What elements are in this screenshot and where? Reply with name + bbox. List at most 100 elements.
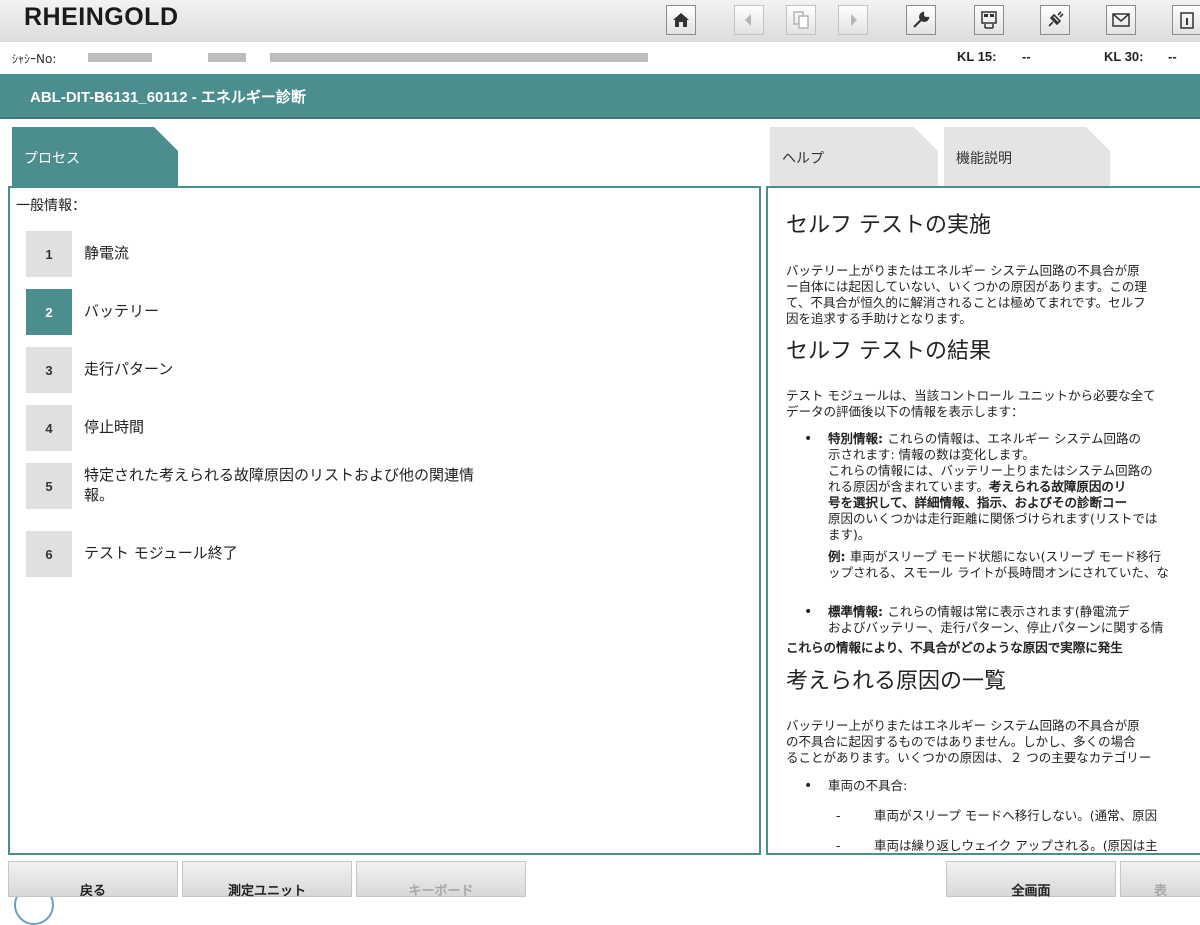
bullet-dot: • [804,604,813,620]
step-number: 2 [26,289,72,335]
bullet-special-info: • 特別情報: これらの情報は、エネルギー システム回路の 示されます: 情報の… [804,431,1169,581]
bullet-vehicle-fault: • 車両の不具合: [804,778,908,794]
info-button[interactable] [1172,5,1200,35]
step-label-line: 特定された考えられる故障原因のリストおよび他の関連情 [84,466,475,484]
text-line: ることがあります。いくつかの原因は、２ つの主要なカテゴリー [786,750,1152,765]
redacted-vehicle-details [270,53,648,62]
wrench-icon [913,11,930,28]
sub-item-sleep-mode: - 車両がスリープ モードへ移行しない。(通常、原因 [836,808,1158,824]
step-number: 5 [26,463,72,509]
step-6[interactable]: 6 テスト モジュール終了 [26,531,484,577]
step-label: バッテリー [84,302,160,320]
messages-button[interactable] [1106,5,1136,35]
help-panel[interactable]: セルフ テストの実施 バッテリー上がりまたはエネルギー システム回路の不具合が原… [766,186,1200,855]
help-bold-summary: これらの情報により、不具合がどのような原因で実際に発生 [786,640,1123,655]
text-line: テスト モジュールは、当該コントロール ユニットから必要な全て [786,388,1156,403]
text-line: これらの情報は、エネルギー システム回路の [887,431,1141,446]
documents-icon [793,11,809,29]
plug-icon [1048,11,1064,27]
text-line: 車両は繰り返しウェイク アップされる。(原因は主 [874,838,1158,853]
text-line: 車両の不具合: [828,778,908,793]
text-line: れる原因が含まれています。 [828,479,989,494]
app-logo-title: RHEINGOLD [24,3,179,31]
step-1[interactable]: 1 静電流 [26,231,484,277]
bullet-dot: • [804,431,813,447]
redacted-info [208,53,246,62]
service-button[interactable] [906,5,936,35]
measuring-button[interactable] [974,5,1004,35]
documents-button[interactable] [786,5,816,35]
kl15-value: -- [1022,49,1031,64]
step-label: 特定された考えられる故障原因のリストおよび他の関連情 報。 [84,465,484,505]
text-line: ー自体には起因していない、いくつかの原因があります。この理 [786,279,1147,294]
step-label: 停止時間 [84,418,145,436]
step-4[interactable]: 4 停止時間 [26,405,484,451]
help-heading-results: セルフ テストの結果 [786,339,991,364]
step-number: 3 [26,347,72,393]
step-2[interactable]: 2 バッテリー [26,289,484,335]
text-line: これらの情報には、バッテリー上りまたはシステム回路の [828,463,1153,478]
help-paragraph-3: バッテリー上がりまたはエネルギー システム回路の不具合が原 の不具合に起因するも… [786,718,1200,766]
text-line: 原因のいくつかは走行距離に関係づけられます(リストでは [828,511,1158,526]
help-heading-causes: 考えられる原因の一覧 [786,669,1007,694]
text-line: 車両がスリープ モード状態にない(スリープ モード移行 [849,549,1162,564]
measuring-unit-button[interactable]: 測定ユニット [182,861,352,899]
step-label-line: 報。 [84,486,115,504]
tab-help-label: ヘルプ [782,151,824,167]
step-label: テスト モジュール終了 [84,544,238,562]
vehicle-info-bar: ｼｬｼｰNo: KL 15: -- KL 30: -- [0,42,1200,72]
help-paragraph-2: テスト モジュールは、当該コントロール ユニットから必要な全て データの評価後以… [786,388,1200,420]
step-5[interactable]: 5 特定された考えられる故障原因のリストおよび他の関連情 報。 [26,463,484,509]
text-line: バッテリー上がりまたはエネルギー システム回路の不具合が原 [786,718,1140,733]
chassis-number-label: ｼｬｼｰNo: [12,52,57,66]
kl30-label: KL 30: [1104,49,1144,64]
tab-process[interactable]: プロセス [12,127,178,186]
home-button[interactable] [666,5,696,35]
info-icon [1179,12,1194,29]
step-3[interactable]: 3 走行パターン [26,347,484,393]
back-button[interactable]: 戻る [8,861,178,899]
text-line: て、不具合が恒久的に解消されることは極めてまれです。セルフ [786,295,1146,310]
bullet-dot: • [804,778,813,794]
step-number: 6 [26,531,72,577]
chevron-right-icon [851,14,857,26]
bold-lead: 標準情報: [828,604,888,619]
step-label: 静電流 [84,244,130,262]
dash-marker: - [836,808,841,823]
tab-function-description[interactable]: 機能説明 [944,127,1110,186]
text-line: ます)。 [828,527,871,542]
bottom-toolbar: 戻る 測定ユニット キーボード 全画面 表 [0,857,1200,925]
step-number: 4 [26,405,72,451]
dash-marker: - [836,838,841,853]
forward-arrow-button[interactable] [838,5,868,35]
text-line: 車両がスリープ モードへ移行しない。(通常、原因 [874,808,1158,823]
text-line: バッテリー上がりまたはエネルギー システム回路の不具合が原 [786,263,1140,278]
display-button[interactable]: 表 [1120,861,1200,899]
top-toolbar: RHEINGOLD [0,0,1200,43]
kl30-value: -- [1168,49,1177,64]
general-info-title: 一般情報： [16,198,86,214]
envelope-icon [1112,13,1130,27]
bullet-standard-info: • 標準情報: これらの情報は常に表示されます(静電流デ およびバッテリー、走行… [804,604,1164,636]
text-line: 因を追求する手助けとなります。 [786,311,972,326]
text-line: およびバッテリー、走行パターン、停止パターンに関する情 [828,620,1164,635]
tab-help[interactable]: ヘルプ [770,127,938,186]
step-number: 1 [26,231,72,277]
help-heading-self-test: セルフ テストの実施 [786,213,991,238]
keyboard-button[interactable]: キーボード [356,861,526,899]
process-panel: 一般情報： 1 静電流 2 バッテリー 3 走行パターン 4 停止時間 5 特定… [8,186,761,855]
tab-function-label: 機能説明 [956,151,1012,167]
text-line: ップされる、スモール ライトが長時間オンにされていた、な [828,565,1169,580]
tab-process-label: プロセス [24,151,80,167]
connection-button[interactable] [1040,5,1070,35]
text-line: これらの情報は常に表示されます(静電流デ [887,604,1130,619]
module-title: ABL-DIT-B6131_60112 - エネルギー診断 [30,89,306,106]
bold-lead: 特別情報: [828,431,888,446]
text-line: データの評価後以下の情報を表示します： [786,404,1024,419]
home-icon [673,13,689,27]
fullscreen-button[interactable]: 全画面 [946,861,1116,899]
back-arrow-button[interactable] [734,5,764,35]
chevron-left-icon [745,14,751,26]
step-label: 走行パターン [84,360,174,378]
module-title-bar: ABL-DIT-B6131_60112 - エネルギー診断 [0,74,1200,119]
